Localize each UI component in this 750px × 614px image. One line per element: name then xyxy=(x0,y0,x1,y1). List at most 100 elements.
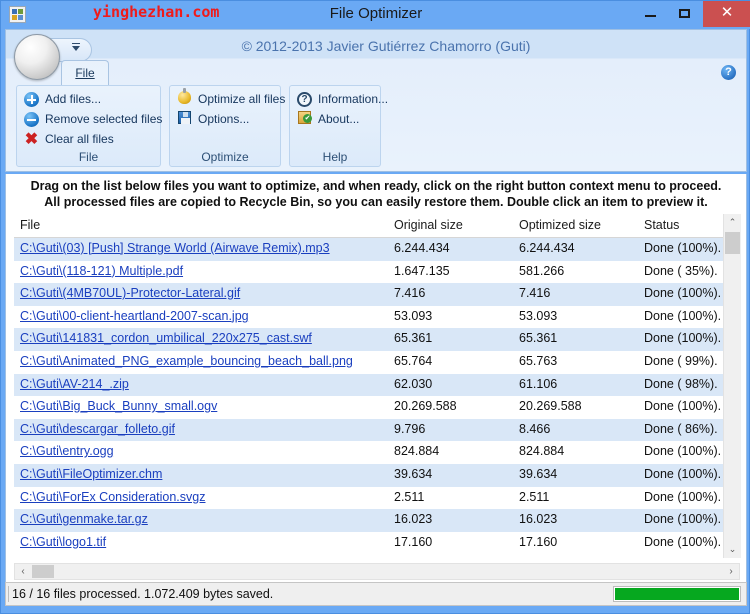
close-button[interactable] xyxy=(703,1,750,27)
cell-optimized-size: 824.884 xyxy=(519,444,565,459)
information-label: Information... xyxy=(318,92,389,106)
scroll-down-icon[interactable]: ⌄ xyxy=(724,541,741,558)
table-row[interactable]: C:\Guti\AV-214_.zip 62.030 61.106 Done ( 98… xyxy=(14,373,724,397)
cell-file[interactable]: C:\Guti\141831_cordon_umbilical_220x275_… xyxy=(20,331,312,345)
ribbon-group-help-label: Help xyxy=(322,150,348,164)
cell-status: Done ( 86%). xyxy=(644,421,718,436)
cell-original-size: 6.244.434 xyxy=(394,241,450,255)
remove-circle-icon xyxy=(24,112,39,127)
cell-optimized-size: 17.160 xyxy=(519,534,558,549)
table-row[interactable]: C:\Guti\(4MB70UL)-Protector-Lateral.gif 7… xyxy=(14,283,724,306)
scroll-up-icon[interactable]: ⌃ xyxy=(724,214,741,231)
table-row[interactable]: C:\Guti\ForEx Consideration.svgz 2.511 2.5… xyxy=(14,487,724,510)
table-row[interactable]: C:\Guti\FileOptimizer.chm 39.634 39.634 Don… xyxy=(14,463,724,487)
file-optimizer-window: yinghezhan.com File Optimizer © 2012-201… xyxy=(0,0,750,614)
optimize-all-files-label: Optimize all files xyxy=(198,92,286,106)
cell-file[interactable]: C:\Guti\Big_Buck_Bunny_small.ogv xyxy=(20,399,217,413)
cell-file[interactable]: C:\Guti\(03) [Push] Strange World (Airwa… xyxy=(20,241,330,255)
ribbon-group-file: Add files... Remove selected files ✖ Cle… xyxy=(16,85,163,167)
cell-status: Done ( 98%). xyxy=(644,376,718,391)
title-bar: yinghezhan.com File Optimizer xyxy=(1,1,750,29)
progress-bar xyxy=(613,586,741,602)
progress-bar-fill xyxy=(615,588,739,600)
table-row[interactable]: C:\Guti\141831_cordon_umbilical_220x275_… xyxy=(14,328,724,351)
cell-original-size: 1.647.135 xyxy=(394,263,450,278)
cell-file[interactable]: C:\Guti\FileOptimizer.chm xyxy=(20,467,162,481)
column-header-file[interactable]: File xyxy=(20,218,40,232)
cell-original-size: 7.416 xyxy=(394,286,426,301)
cell-file[interactable]: C:\Guti\AV-214_.zip xyxy=(20,377,129,391)
table-row[interactable]: C:\Guti\(03) [Push] Strange World (Airwa… xyxy=(14,238,724,261)
add-files-label: Add files... xyxy=(45,92,102,106)
cell-original-size: 16.023 xyxy=(394,512,433,527)
cell-original-size: 53.093 xyxy=(394,308,433,323)
cell-optimized-size: 16.023 xyxy=(519,512,558,527)
gold-bulb-icon xyxy=(178,88,191,104)
cell-status: Done (100%). xyxy=(644,489,722,504)
instruction-banner: Drag on the list below files you want to… xyxy=(5,174,747,214)
instruction-line-2: processed files are copied to Recycle Bi… xyxy=(63,195,708,209)
cell-status: Done (100%). xyxy=(644,444,722,459)
remove-selected-files-label: Remove selected files xyxy=(45,112,163,126)
table-row[interactable]: C:\Guti\genmake.tar.gz 16.023 16.023 Done (… xyxy=(14,509,724,532)
help-icon[interactable]: ? xyxy=(721,65,736,80)
cell-status: Done (100%). xyxy=(644,534,722,549)
horizontal-scrollbar-thumb[interactable] xyxy=(32,565,54,578)
status-text: 16 / 16 files processed. 1.072.409 bytes… xyxy=(12,587,274,601)
cell-status: Done ( 35%). xyxy=(644,263,718,278)
add-circle-icon xyxy=(24,92,39,107)
cell-original-size: 62.030 xyxy=(394,376,433,391)
cell-optimized-size: 581.266 xyxy=(519,263,565,278)
file-list-header: File Original size Optimized size Status xyxy=(14,214,740,238)
cell-status: Done (100%). xyxy=(644,331,722,346)
ribbon-group-optimize-label: Optimize xyxy=(201,150,249,164)
cell-original-size: 9.796 xyxy=(394,421,426,436)
cell-status: Done (100%). xyxy=(644,512,722,527)
cell-file[interactable]: C:\Guti\logo1.tif xyxy=(20,535,106,549)
cell-file[interactable]: C:\Guti\genmake.tar.gz xyxy=(20,512,148,526)
horizontal-scrollbar[interactable]: ‹ › xyxy=(14,563,740,580)
ribbon-group-file-label: File xyxy=(78,150,99,164)
cell-original-size: 65.361 xyxy=(394,331,433,346)
cell-optimized-size: 8.466 xyxy=(519,421,551,436)
table-row[interactable]: C:\Guti\(118-121) Multiple.pdf 1.647.135 5… xyxy=(14,261,724,284)
maximize-button[interactable] xyxy=(667,1,701,27)
scroll-right-icon[interactable]: › xyxy=(723,564,739,579)
table-row[interactable]: C:\Guti\Animated_PNG_example_bouncing_be… xyxy=(14,351,724,374)
cell-file[interactable]: C:\Guti\(118-121) Multiple.pdf xyxy=(20,264,183,278)
cell-optimized-size: 65.763 xyxy=(519,353,558,368)
cell-file[interactable]: C:\Guti\entry.ogg xyxy=(20,444,114,458)
column-header-status[interactable]: Status xyxy=(644,218,679,232)
column-header-original-size[interactable]: Original size xyxy=(394,218,463,232)
table-row[interactable]: C:\Guti\Big_Buck_Bunny_small.ogv 20.269.5… xyxy=(14,396,724,419)
floppy-disk-icon xyxy=(178,111,191,124)
cell-file[interactable]: C:\Guti\00-client-heartland-2007-scan.jp… xyxy=(20,309,249,323)
ribbon: © 2012-2013 Javier Gutiérrez Chamorro (G… xyxy=(5,29,747,172)
cell-file[interactable]: C:\Guti\descargar_folleto.gif xyxy=(20,422,175,436)
chevron-down-icon[interactable] xyxy=(72,43,80,51)
column-header-optimized-size[interactable]: Optimized size xyxy=(519,218,601,232)
cell-optimized-size: 7.416 xyxy=(519,286,551,301)
cell-file[interactable]: C:\Guti\Animated_PNG_example_bouncing_be… xyxy=(20,354,353,368)
options-label: Options... xyxy=(198,112,250,126)
ribbon-tab-strip: File ? xyxy=(6,59,746,86)
cell-status: Done (100%). xyxy=(644,286,722,301)
scroll-left-icon[interactable]: ‹ xyxy=(15,564,31,579)
minimize-button[interactable] xyxy=(633,1,667,27)
cell-status: Done (100%). xyxy=(644,241,722,255)
question-mark-icon: ? xyxy=(297,92,312,107)
table-row[interactable]: C:\Guti\00-client-heartland-2007-scan.jp… xyxy=(14,306,724,329)
tab-file[interactable]: File xyxy=(61,60,109,86)
table-row[interactable]: C:\Guti\logo1.tif 17.160 17.160 Done (100%)… xyxy=(14,532,724,555)
table-row[interactable]: C:\Guti\descargar_folleto.gif 9.796 8.466 D… xyxy=(14,418,724,442)
table-row[interactable]: C:\Guti\entry.ogg 824.884 824.884 Done (100… xyxy=(14,441,724,464)
copyright-text: © 2012-2013 Javier Gutiérrez Chamorro (G… xyxy=(241,38,531,54)
cell-status: Done ( 99%). xyxy=(644,353,718,368)
status-bar: 16 / 16 files processed. 1.072.409 bytes… xyxy=(5,582,747,606)
cell-original-size: 39.634 xyxy=(394,466,433,481)
vertical-scrollbar[interactable]: ⌃ ⌄ xyxy=(723,214,741,558)
vertical-scrollbar-thumb[interactable] xyxy=(725,232,740,254)
clear-all-files-label: Clear all files xyxy=(45,132,114,146)
cell-file[interactable]: C:\Guti\ForEx Consideration.svgz xyxy=(20,490,206,504)
cell-file[interactable]: C:\Guti\(4MB70UL)-Protector-Lateral.gif xyxy=(20,286,240,300)
